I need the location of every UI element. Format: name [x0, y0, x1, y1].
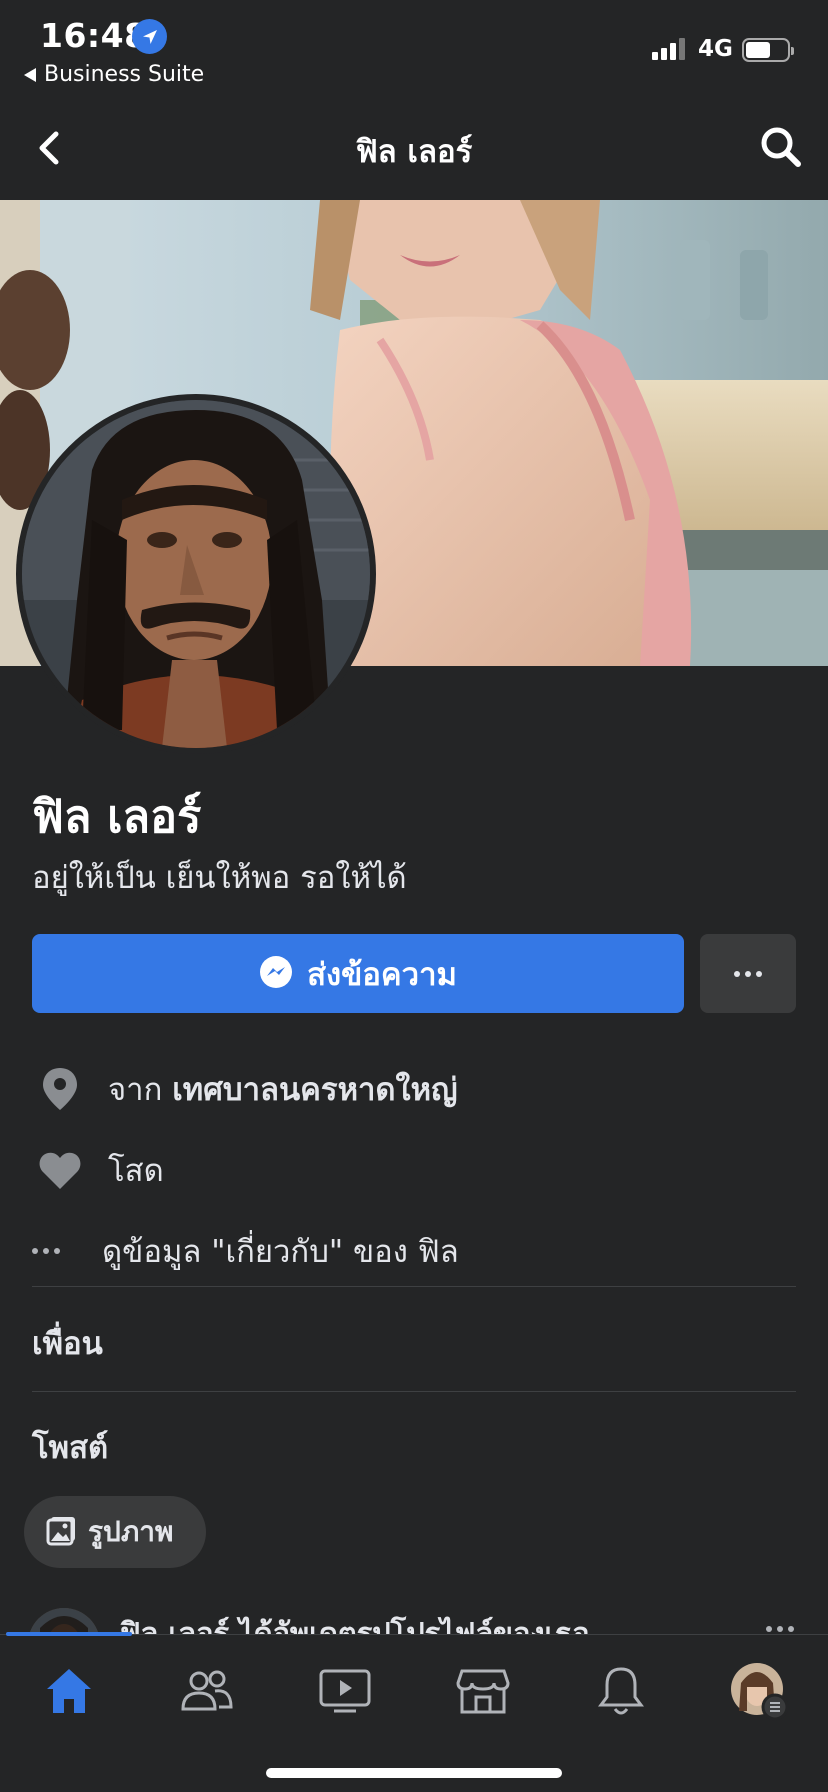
location-prefix: จาก [108, 1072, 163, 1108]
home-indicator[interactable] [266, 1768, 562, 1778]
back-to-app-link[interactable]: Business Suite [24, 62, 204, 87]
home-icon[interactable] [34, 1659, 104, 1723]
send-message-button[interactable]: ส่งข้อความ [32, 934, 684, 1013]
nav-header: ฟิล เลอร์ [0, 96, 828, 200]
tab-active-indicator [6, 1632, 132, 1636]
location-arrow-icon [132, 19, 167, 54]
post-preview[interactable]: ฟิล เลอร์ ได้อัพเดตรูปโปรไฟล์ของเธอ [0, 1598, 828, 1634]
status-bar: 16:48 Business Suite 4G [0, 0, 828, 96]
photos-filter-button[interactable]: รูปภาพ [24, 1496, 206, 1568]
post-author-avatar [28, 1608, 100, 1634]
send-message-label: ส่งข้อความ [307, 956, 457, 993]
profile-menu[interactable] [724, 1659, 794, 1723]
divider [32, 1391, 796, 1392]
friends-icon[interactable] [172, 1659, 242, 1723]
back-app-label: Business Suite [44, 62, 205, 87]
ellipsis-icon [32, 1248, 72, 1254]
back-triangle-icon [24, 67, 36, 82]
see-about-label: ดูข้อมูล "เกี่ยวกับ" ของ ฟิล [102, 1234, 459, 1270]
marketplace-icon[interactable] [448, 1659, 518, 1723]
photos-icon [46, 1514, 78, 1550]
search-icon[interactable] [758, 124, 804, 170]
profile-name: ฟิล เลอร์ [32, 790, 202, 843]
page-title: ฟิล เลอร์ [355, 134, 473, 170]
post-options-icon[interactable] [766, 1626, 794, 1632]
see-about-link[interactable]: ดูข้อมูล "เกี่ยวกับ" ของ ฟิล [32, 1226, 459, 1276]
location-value[interactable]: เทศบาลนครหาดใหญ่ [172, 1064, 457, 1114]
more-dots-icon [734, 970, 762, 977]
relationship-row: โสด [32, 1145, 164, 1195]
watch-icon[interactable] [310, 1659, 380, 1723]
location-pin-icon [32, 1068, 88, 1110]
profile-avatar[interactable] [16, 394, 376, 754]
heart-icon [32, 1151, 88, 1189]
notifications-icon[interactable] [586, 1659, 656, 1723]
signal-icon [652, 38, 685, 60]
battery-icon [742, 38, 794, 62]
messenger-icon [259, 955, 293, 993]
relationship-status: โสด [108, 1153, 164, 1189]
post-preview-text: ฟิล เลอร์ ได้อัพเดตรูปโปรไฟล์ของเธอ [120, 1616, 590, 1634]
photos-filter-label: รูปภาพ [88, 1515, 174, 1548]
profile-bio: อยู่ให้เป็น เย็นให้พอ รอให้ได้ [32, 860, 407, 896]
divider [32, 1286, 796, 1287]
posts-section-title: โพสต์ [32, 1430, 109, 1466]
more-options-button[interactable] [700, 934, 796, 1013]
network-type: 4G [698, 36, 733, 62]
friends-section-title[interactable]: เพื่อน [32, 1318, 103, 1368]
avatar-image [22, 400, 370, 748]
location-row: จาก เทศบาลนครหาดใหญ่ [32, 1064, 458, 1114]
